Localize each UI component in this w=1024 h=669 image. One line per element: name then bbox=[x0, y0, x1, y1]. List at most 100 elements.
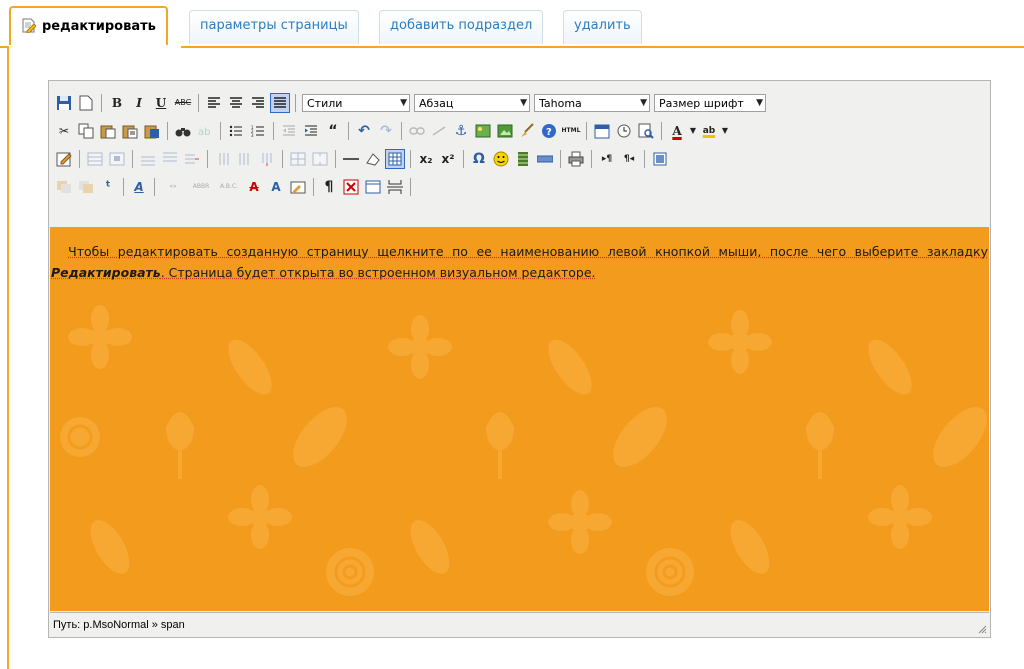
outdent-icon[interactable] bbox=[279, 121, 299, 141]
page-break-icon[interactable] bbox=[535, 149, 555, 169]
redo-icon[interactable]: ↷ bbox=[376, 121, 396, 141]
insert-row-after-icon[interactable] bbox=[160, 149, 180, 169]
editor-toolbar: B I U ABC Стили ▼ Абзац ▼ Tahoma ▼ Разме… bbox=[53, 85, 986, 227]
align-justify-icon[interactable] bbox=[270, 93, 290, 113]
editor-content-area[interactable]: Чтобы редактировать созданную страницу щ… bbox=[50, 227, 989, 611]
font-size-select[interactable]: Размер шрифт ▼ bbox=[654, 94, 766, 112]
separator bbox=[661, 122, 662, 140]
cite-icon[interactable]: «» bbox=[160, 177, 186, 197]
move-layer-icon[interactable] bbox=[76, 177, 96, 197]
format-select[interactable]: Абзац ▼ bbox=[414, 94, 530, 112]
visual-aid-icon[interactable] bbox=[363, 177, 383, 197]
cell-props-icon[interactable] bbox=[107, 149, 127, 169]
ltr-icon[interactable]: ▸¶ bbox=[597, 149, 617, 169]
tab-edit[interactable]: редактировать bbox=[9, 6, 168, 47]
row-props-icon[interactable] bbox=[85, 149, 105, 169]
font-family-select[interactable]: Tahoma ▼ bbox=[534, 94, 650, 112]
paste-word-icon[interactable] bbox=[142, 121, 162, 141]
bullet-list-icon[interactable] bbox=[226, 121, 246, 141]
separator bbox=[123, 178, 124, 196]
save-icon[interactable] bbox=[54, 93, 74, 113]
help-icon[interactable]: ? bbox=[539, 121, 559, 141]
insert-image-icon[interactable] bbox=[495, 121, 515, 141]
insert-col-after-icon[interactable] bbox=[235, 149, 255, 169]
element-path[interactable]: Путь: p.MsoNormal » span bbox=[53, 619, 185, 631]
delete-text-icon[interactable]: A bbox=[244, 177, 264, 197]
media-icon[interactable] bbox=[513, 149, 533, 169]
numbered-list-icon[interactable]: 123 bbox=[248, 121, 268, 141]
resize-handle-icon[interactable] bbox=[977, 624, 987, 634]
separator bbox=[282, 150, 283, 168]
toolbar-row-4: ᵗ A «» ABBR A.B.C. A A ¶ bbox=[53, 175, 415, 199]
remove-format-icon[interactable] bbox=[363, 149, 383, 169]
emoticon-icon[interactable] bbox=[491, 149, 511, 169]
bold-icon[interactable]: B bbox=[107, 93, 127, 113]
insert-text-icon[interactable]: A bbox=[266, 177, 286, 197]
styles-select[interactable]: Стили ▼ bbox=[302, 94, 410, 112]
insert-template-icon[interactable] bbox=[341, 177, 361, 197]
insert-time-icon[interactable] bbox=[614, 121, 634, 141]
format-select-value: Абзац bbox=[419, 96, 454, 110]
special-char-icon[interactable]: Ω bbox=[469, 149, 489, 169]
wysiwyg-editor: B I U ABC Стили ▼ Абзац ▼ Tahoma ▼ Разме… bbox=[48, 80, 991, 638]
horizontal-rule-icon[interactable] bbox=[341, 149, 361, 169]
insert-col-before-icon[interactable] bbox=[213, 149, 233, 169]
separator bbox=[335, 150, 336, 168]
indent-icon[interactable] bbox=[301, 121, 321, 141]
underline-icon[interactable]: U bbox=[151, 93, 171, 113]
html-source-icon[interactable]: HTML bbox=[561, 121, 581, 141]
acronym-icon[interactable]: A.B.C. bbox=[216, 177, 242, 197]
link-icon[interactable] bbox=[407, 121, 427, 141]
style-props-icon[interactable]: A bbox=[129, 177, 149, 197]
highlight-color-icon[interactable]: ab bbox=[699, 121, 719, 141]
replace-icon[interactable]: ab bbox=[195, 121, 215, 141]
font-color-icon[interactable]: A bbox=[667, 121, 687, 141]
table-icon[interactable] bbox=[385, 149, 405, 169]
chevron-down-icon[interactable]: ▼ bbox=[721, 121, 729, 141]
align-left-icon[interactable] bbox=[204, 93, 224, 113]
delete-col-icon[interactable] bbox=[257, 149, 277, 169]
undo-icon[interactable]: ↶ bbox=[354, 121, 374, 141]
paste-icon[interactable] bbox=[98, 121, 118, 141]
tab-add-subsection[interactable]: добавить подраздел bbox=[379, 10, 544, 44]
toolbar-row-3: x₂ x² Ω ▸¶ ¶◂ bbox=[53, 147, 671, 171]
unlink-icon[interactable] bbox=[429, 121, 449, 141]
separator bbox=[401, 122, 402, 140]
new-document-icon[interactable] bbox=[76, 93, 96, 113]
align-right-icon[interactable] bbox=[248, 93, 268, 113]
align-center-icon[interactable] bbox=[226, 93, 246, 113]
tab-page-params[interactable]: параметры страницы bbox=[189, 10, 359, 44]
copy-icon[interactable] bbox=[76, 121, 96, 141]
find-icon[interactable] bbox=[173, 121, 193, 141]
show-blocks-icon[interactable]: ¶ bbox=[319, 177, 339, 197]
insert-row-before-icon[interactable] bbox=[138, 149, 158, 169]
paste-text-icon[interactable] bbox=[120, 121, 140, 141]
separator bbox=[295, 94, 296, 112]
absolute-position-icon[interactable]: ᵗ bbox=[98, 177, 118, 197]
blockquote-icon[interactable]: “ bbox=[323, 121, 343, 141]
cleanup-icon[interactable] bbox=[517, 121, 537, 141]
attributes-icon[interactable] bbox=[288, 177, 308, 197]
insert-layer-icon[interactable] bbox=[54, 177, 74, 197]
superscript-icon[interactable]: x² bbox=[438, 149, 458, 169]
anchor-icon[interactable]: ⚓ bbox=[451, 121, 471, 141]
chevron-down-icon: ▼ bbox=[400, 98, 407, 108]
insert-date-icon[interactable] bbox=[592, 121, 612, 141]
rtl-icon[interactable]: ¶◂ bbox=[619, 149, 639, 169]
subscript-icon[interactable]: x₂ bbox=[416, 149, 436, 169]
split-cells-icon[interactable] bbox=[288, 149, 308, 169]
print-icon[interactable] bbox=[566, 149, 586, 169]
edit-css-icon[interactable] bbox=[54, 149, 74, 169]
nonbreaking-space-icon[interactable] bbox=[385, 177, 405, 197]
tab-delete[interactable]: удалить bbox=[563, 10, 642, 44]
abbr-icon[interactable]: ABBR bbox=[188, 177, 214, 197]
image-icon[interactable] bbox=[473, 121, 493, 141]
delete-row-icon[interactable] bbox=[182, 149, 202, 169]
chevron-down-icon[interactable]: ▼ bbox=[689, 121, 697, 141]
merge-cells-icon[interactable] bbox=[310, 149, 330, 169]
preview-icon[interactable] bbox=[636, 121, 656, 141]
cut-icon[interactable]: ✂ bbox=[54, 121, 74, 141]
fullscreen-icon[interactable] bbox=[650, 149, 670, 169]
italic-icon[interactable]: I bbox=[129, 93, 149, 113]
strikethrough-icon[interactable]: ABC bbox=[173, 93, 193, 113]
